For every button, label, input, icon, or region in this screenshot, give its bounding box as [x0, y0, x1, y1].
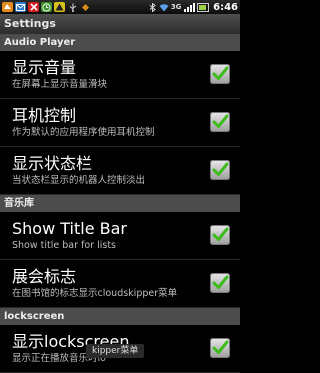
battery-icon [197, 2, 210, 12]
pref-show-title-bar[interactable]: Show Title Bar Show title bar for lists [0, 212, 240, 260]
pref-subtitle: 作为默认的应用程序使用耳机控制 [12, 127, 155, 138]
pref-subtitle: Show title bar for lists [12, 240, 117, 251]
section-header-lockscreen: lockscreen [0, 308, 240, 325]
pref-title: 显示音量 [12, 58, 77, 77]
section-header-music-library: 音乐库 [0, 195, 240, 212]
checkmark-icon [212, 162, 229, 176]
usb-icon [67, 2, 78, 12]
checkmark-icon [212, 114, 229, 128]
pref-subtitle: 在屏幕上显示音量滑块 [12, 79, 108, 90]
network-icon: 3G [170, 2, 182, 11]
show-lockscreen-checkbox[interactable] [210, 338, 230, 358]
signal-icon [184, 2, 196, 12]
preference-list[interactable]: Audio Player 显示音量 在屏幕上显示音量滑块 耳机控制 作为默认的应… [0, 34, 240, 373]
pref-title: 展会标志 [12, 267, 77, 286]
system-icons: 3G 6:46 [148, 2, 238, 13]
pref-show-volume[interactable]: 显示音量 在屏幕上显示音量滑块 [0, 51, 240, 99]
pref-title: 显示状态栏 [12, 154, 93, 173]
email-icon [15, 2, 26, 12]
pref-subtitle: 在图书馆的标志显示cloudskipper菜单 [12, 288, 178, 299]
pref-show-logo[interactable]: 展会标志 在图书馆的标志显示cloudskipper菜单 [0, 260, 240, 308]
cancel-icon [28, 2, 39, 12]
section-header-audio-player: Audio Player [0, 34, 240, 51]
title-bar: Settings [0, 14, 240, 34]
headset-control-checkbox[interactable] [210, 112, 230, 132]
pref-subtitle: 当状态栏显示的机器人控制淡出 [12, 175, 146, 186]
warning-icon [54, 2, 65, 12]
toast-message: kipper菜单 [86, 344, 145, 358]
pref-show-status-bar[interactable]: 显示状态栏 当状态栏显示的机器人控制淡出 [0, 147, 240, 195]
show-title-bar-checkbox[interactable] [210, 225, 230, 245]
show-status-bar-checkbox[interactable] [210, 160, 230, 180]
checkmark-icon [212, 275, 229, 289]
page-title: Settings [4, 17, 56, 30]
pref-headset-control[interactable]: 耳机控制 作为默认的应用程序使用耳机控制 [0, 99, 240, 147]
checkmark-icon [212, 66, 229, 80]
debug-icon [80, 2, 91, 12]
status-bar: 3G 6:46 [0, 0, 240, 14]
wifi-icon [159, 3, 169, 12]
show-logo-checkbox[interactable] [210, 273, 230, 293]
pref-title: Show Title Bar [12, 219, 127, 238]
pref-title: 耳机控制 [12, 106, 77, 125]
status-time: 6:46 [213, 1, 238, 13]
bluetooth-icon [148, 1, 157, 13]
show-volume-checkbox[interactable] [210, 64, 230, 84]
clock-icon [41, 2, 52, 12]
checkmark-icon [212, 227, 229, 241]
notification-icons [2, 2, 93, 12]
app-icon [2, 2, 13, 12]
checkmark-icon [212, 340, 229, 354]
